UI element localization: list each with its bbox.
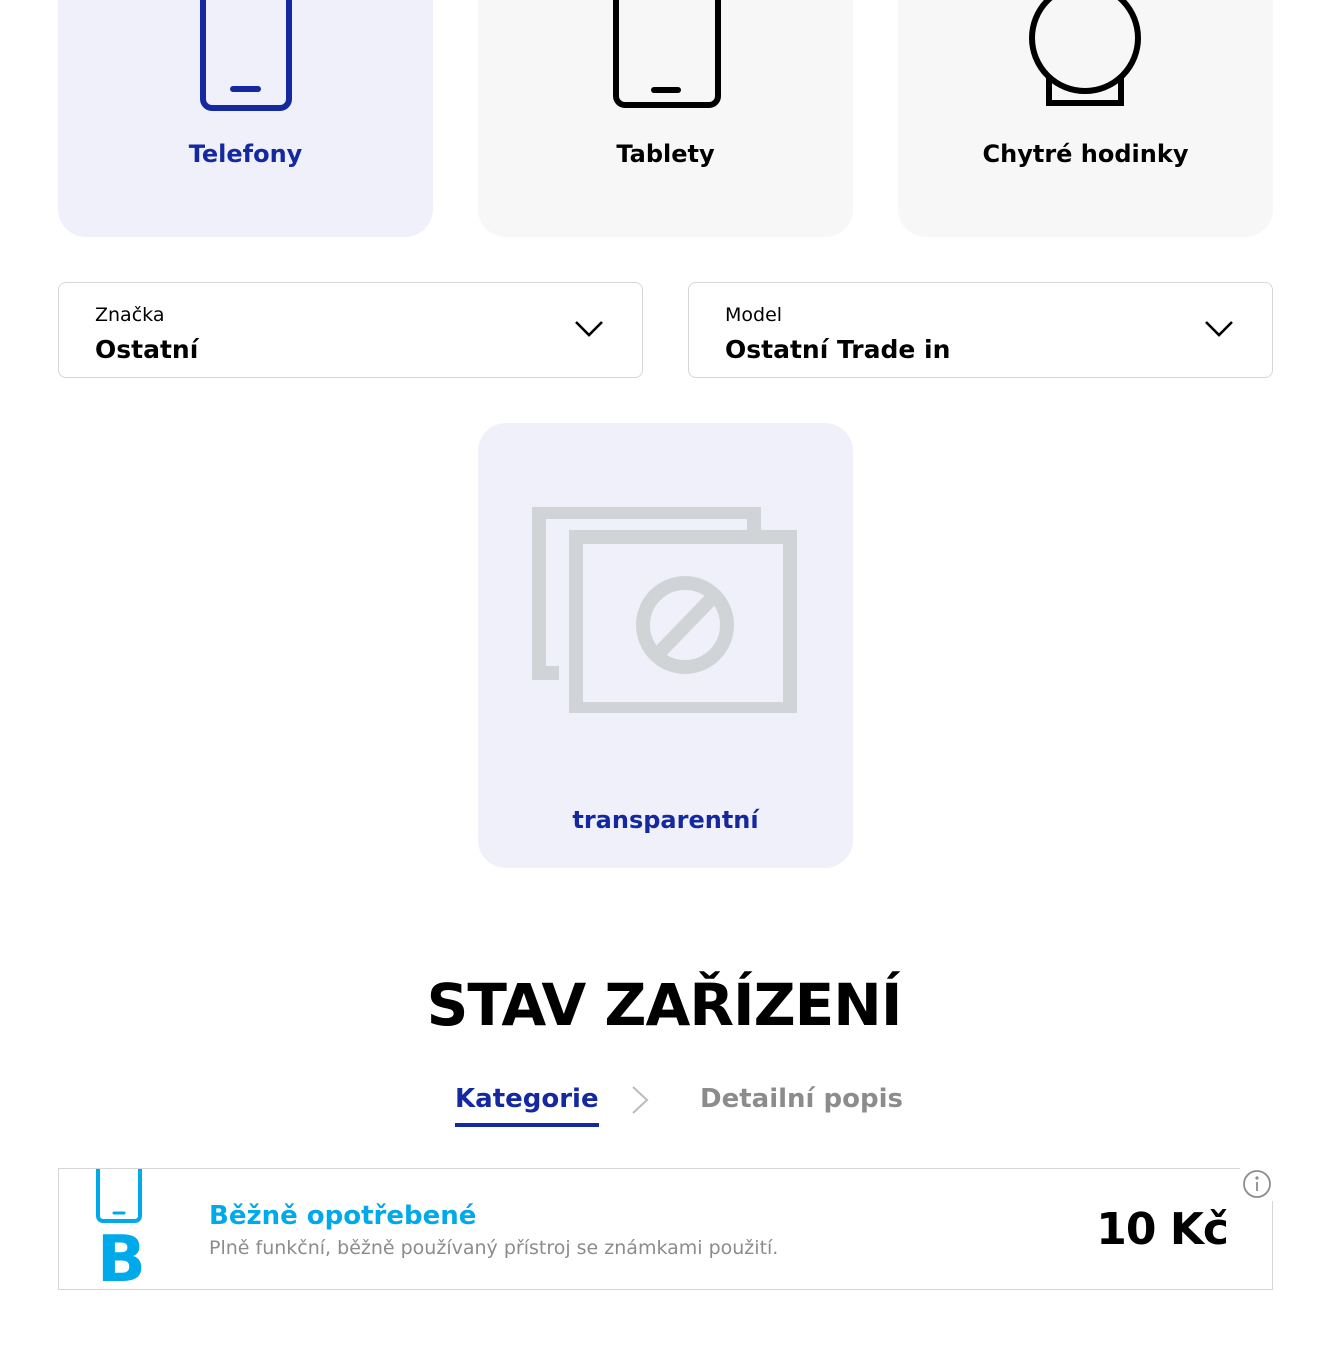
model-select-label: Model xyxy=(725,304,783,326)
step-tab-category[interactable]: Kategorie xyxy=(455,1080,599,1127)
category-label: Telefony xyxy=(188,140,303,168)
info-icon[interactable] xyxy=(1240,1167,1274,1201)
step-tab-detail[interactable]: Detailní popis xyxy=(700,1080,903,1118)
model-select[interactable]: Model Ostatní Trade in xyxy=(688,282,1273,378)
model-select-value: Ostatní Trade in xyxy=(725,335,951,364)
section-title: STAV ZAŘÍZENÍ xyxy=(426,971,903,1039)
condition-title: Běžně opotřebené xyxy=(209,1201,477,1231)
image-placeholder-icon xyxy=(532,507,797,713)
tablet-icon xyxy=(613,0,721,108)
category-label: Tablety xyxy=(616,140,715,168)
brand-select-label: Značka xyxy=(95,304,165,326)
brand-select-value: Ostatní xyxy=(95,335,199,364)
category-card-smartwatches[interactable]: Chytré hodinky xyxy=(898,0,1273,237)
chevron-right-icon xyxy=(632,1086,649,1114)
condition-option-card[interactable]: B Běžně opotřebené Plně funkční, běžně p… xyxy=(58,1168,1273,1290)
condition-grade: B xyxy=(97,1223,146,1290)
category-label: Chytré hodinky xyxy=(982,140,1189,168)
color-option-card[interactable]: transparentní xyxy=(478,423,853,868)
color-option-label: transparentní xyxy=(572,806,759,834)
condition-description: Plně funkční, běžně používaný přístroj s… xyxy=(209,1237,779,1259)
condition-price: 10 Kč xyxy=(1096,1204,1229,1255)
category-card-tablets[interactable]: Tablety xyxy=(478,0,853,237)
phone-icon xyxy=(96,1169,142,1223)
watch-icon xyxy=(1029,0,1141,106)
category-card-phones[interactable]: Telefony xyxy=(58,0,433,237)
phone-icon xyxy=(200,0,292,111)
brand-select[interactable]: Značka Ostatní xyxy=(58,282,643,378)
trade-in-page: Telefony Tablety Chytré hodinky Značka O… xyxy=(0,0,1328,1354)
chevron-down-icon xyxy=(1205,321,1233,337)
chevron-down-icon xyxy=(575,321,603,337)
